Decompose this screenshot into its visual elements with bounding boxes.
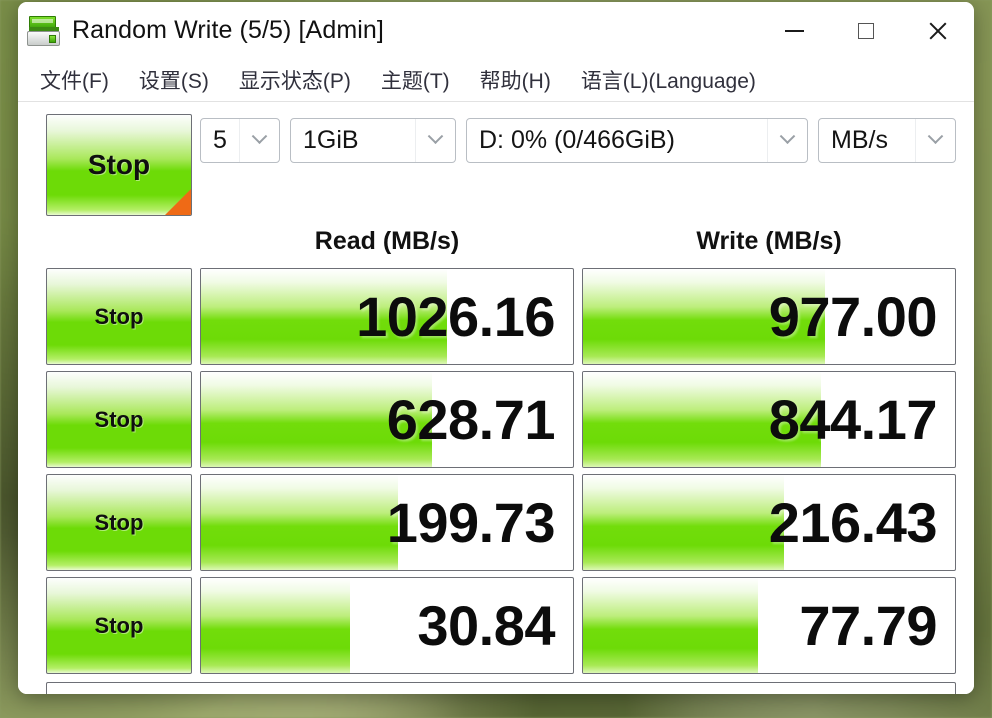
comment-input[interactable] — [46, 682, 956, 694]
write-result-4-bar — [583, 578, 758, 673]
maximize-icon — [858, 22, 874, 39]
run-test-button-3-label: Stop — [94, 509, 144, 535]
read-result-1-value: 1026.16 — [356, 285, 555, 348]
minimize-button[interactable] — [758, 2, 830, 59]
chevron-down-icon[interactable] — [915, 119, 955, 162]
menu-item-theme[interactable]: 主题(T) — [381, 65, 450, 95]
write-cell-2: 844.17 — [582, 371, 956, 468]
toolbar-row: Stop 5 1GiB D: 0% (0/466GiB) MB/s — [46, 114, 956, 216]
write-result-1-value: 977.00 — [768, 285, 938, 348]
row-button-cell: Stop — [46, 268, 192, 365]
write-result-4-value: 77.79 — [799, 594, 937, 657]
title-bar: Random Write (5/5) [Admin] — [18, 2, 974, 59]
result-row: Stop 1026.16 977.00 — [46, 268, 956, 365]
menu-item-language[interactable]: 语言(L)(Language) — [581, 65, 756, 95]
content-area: Stop 5 1GiB D: 0% (0/466GiB) MB/s Read (… — [18, 102, 974, 694]
read-cell-4: 30.84 — [200, 577, 574, 674]
close-icon — [927, 20, 949, 42]
run-test-button-1[interactable]: Stop — [46, 268, 192, 365]
toolbar-selects: 5 1GiB D: 0% (0/466GiB) MB/s — [200, 114, 956, 216]
maximize-button[interactable] — [830, 2, 902, 59]
run-test-button-3[interactable]: Stop — [46, 474, 192, 571]
disk-benchmark-icon — [24, 14, 66, 48]
read-cell-1: 1026.16 — [200, 268, 574, 365]
close-button[interactable] — [902, 2, 974, 59]
runs-count-value: 5 — [213, 126, 227, 154]
row-button-cell: Stop — [46, 474, 192, 571]
read-column-header: Read (MB/s) — [314, 226, 460, 255]
write-cell-4: 77.79 — [582, 577, 956, 674]
row-button-cell: Stop — [46, 577, 192, 674]
test-size-select[interactable]: 1GiB — [290, 118, 456, 163]
write-result-3-bar — [583, 475, 784, 570]
minimize-icon — [784, 29, 804, 32]
result-row: Stop 628.71 844.17 — [46, 371, 956, 468]
row-button-cell: Stop — [46, 371, 192, 468]
running-indicator-flag — [165, 189, 191, 215]
read-result-4: 30.84 — [200, 577, 574, 674]
write-cell-3: 216.43 — [582, 474, 956, 571]
window-controls — [758, 2, 974, 59]
window-title: Random Write (5/5) [Admin] — [72, 16, 384, 44]
menu-item-settings[interactable]: 设置(S) — [139, 65, 209, 95]
test-size-value: 1GiB — [303, 126, 359, 154]
write-result-3-value: 216.43 — [768, 491, 938, 554]
menu-item-help[interactable]: 帮助(H) — [480, 65, 551, 95]
unit-select[interactable]: MB/s — [818, 118, 956, 163]
write-column-header: Write (MB/s) — [696, 226, 842, 255]
unit-value: MB/s — [831, 126, 888, 154]
run-test-button-1-label: Stop — [94, 303, 144, 329]
write-result-1: 977.00 — [582, 268, 956, 365]
comment-row — [46, 682, 956, 694]
write-result-4: 77.79 — [582, 577, 956, 674]
read-result-1: 1026.16 — [200, 268, 574, 365]
drive-select[interactable]: D: 0% (0/466GiB) — [466, 118, 808, 163]
read-result-2: 628.71 — [200, 371, 574, 468]
chevron-down-icon[interactable] — [767, 119, 807, 162]
read-cell-2: 628.71 — [200, 371, 574, 468]
chevron-down-icon[interactable] — [239, 119, 279, 162]
result-row: Stop 199.73 216.43 — [46, 474, 956, 571]
read-result-2-value: 628.71 — [386, 388, 556, 451]
column-header-row: Read (MB/s) Write (MB/s) — [46, 220, 956, 262]
run-all-button-label: Stop — [87, 149, 151, 180]
menu-bar: 文件(F) 设置(S) 显示状态(P) 主题(T) 帮助(H) 语言(L)(La… — [18, 59, 974, 102]
read-result-3-value: 199.73 — [386, 491, 556, 554]
all-button-cell: Stop — [46, 114, 192, 216]
write-result-3: 216.43 — [582, 474, 956, 571]
write-result-2: 844.17 — [582, 371, 956, 468]
chevron-down-icon[interactable] — [415, 119, 455, 162]
run-test-button-4-label: Stop — [94, 612, 144, 638]
application-window: Random Write (5/5) [Admin] 文件(F) 设置(S) 显… — [18, 2, 974, 694]
runs-count-select[interactable]: 5 — [200, 118, 280, 163]
run-test-button-4[interactable]: Stop — [46, 577, 192, 674]
read-result-4-value: 30.84 — [417, 594, 555, 657]
read-result-3: 199.73 — [200, 474, 574, 571]
run-test-button-2[interactable]: Stop — [46, 371, 192, 468]
run-all-button[interactable]: Stop — [46, 114, 192, 216]
write-result-2-value: 844.17 — [768, 388, 938, 451]
read-result-3-bar — [201, 475, 399, 570]
read-result-4-bar — [201, 578, 350, 673]
write-cell-1: 977.00 — [582, 268, 956, 365]
drive-value: D: 0% (0/466GiB) — [479, 126, 675, 154]
menu-item-file[interactable]: 文件(F) — [40, 65, 109, 95]
result-row: Stop 30.84 77.79 — [46, 577, 956, 674]
menu-item-status[interactable]: 显示状态(P) — [239, 65, 351, 95]
read-cell-3: 199.73 — [200, 474, 574, 571]
run-test-button-2-label: Stop — [94, 406, 144, 432]
